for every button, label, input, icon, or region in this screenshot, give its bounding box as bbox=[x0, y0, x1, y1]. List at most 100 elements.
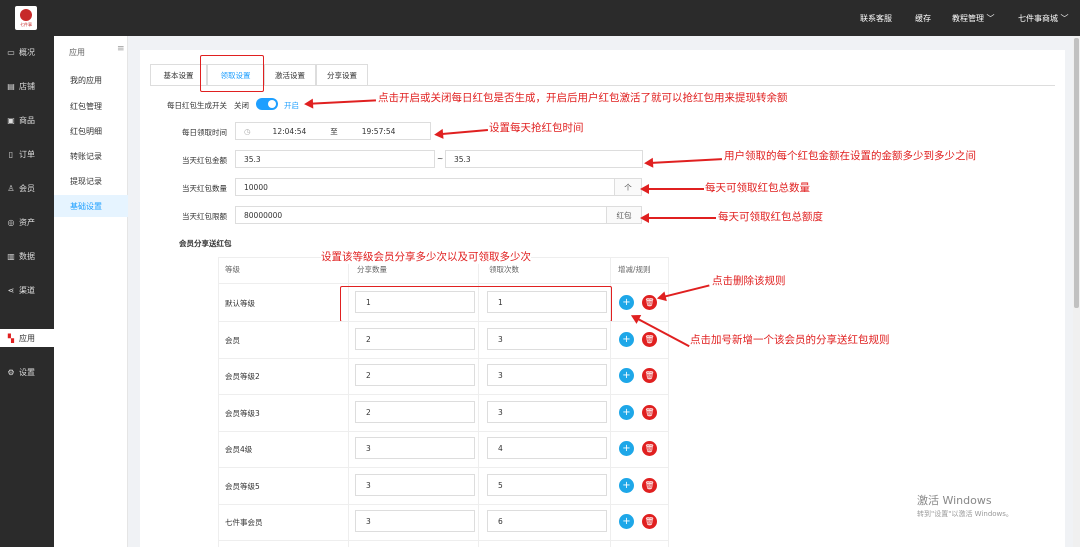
add-rule-icon[interactable]: + bbox=[619, 514, 634, 529]
receive-count-input[interactable]: 5 bbox=[487, 474, 607, 496]
subnav-item-transfer-records[interactable]: 转账记录 bbox=[54, 145, 128, 167]
time-end: 19:57:54 bbox=[361, 126, 396, 136]
sidebar-item-store[interactable]: ▤ 店铺 bbox=[0, 77, 54, 95]
sidebar-item-label: 设置 bbox=[19, 367, 35, 377]
subnav-item-my-apps[interactable]: 我的应用 bbox=[54, 69, 128, 91]
sidebar-item-assets[interactable]: ◎ 资产 bbox=[0, 213, 54, 231]
row-divider bbox=[218, 358, 668, 359]
trash-icon[interactable]: 🗑 bbox=[642, 368, 657, 383]
row-divider bbox=[218, 540, 668, 541]
tab-basic-settings[interactable]: 基本设置 bbox=[150, 64, 207, 86]
store-menu[interactable]: 七件事商城 ﹀ bbox=[1018, 13, 1069, 24]
sidebar-item-apps[interactable]: ▚ 应用 bbox=[0, 329, 54, 347]
table-header-level: 等级 bbox=[225, 265, 240, 274]
receive-count-input[interactable]: 1 bbox=[487, 291, 607, 313]
share-count-input[interactable]: 2 bbox=[355, 364, 475, 386]
trash-icon[interactable]: 🗑 bbox=[642, 441, 657, 456]
time-range-input[interactable]: ◷ 12:04:54 至 19:57:54 bbox=[235, 122, 431, 140]
annotation-add: 点击加号新增一个该会员的分享送红包规则 bbox=[690, 334, 890, 346]
amount-max-input[interactable]: 35.3 bbox=[445, 150, 643, 168]
time-separator: 至 bbox=[330, 126, 338, 136]
table-header-share-count: 分享数量 bbox=[357, 265, 387, 274]
share-count-input[interactable]: 1 bbox=[355, 291, 475, 313]
chevron-down-icon: ﹀ bbox=[1060, 14, 1069, 23]
sidebar-item-orders[interactable]: ▯ 订单 bbox=[0, 145, 54, 163]
share-count-input[interactable]: 3 bbox=[355, 510, 475, 532]
sidebar-item-data[interactable]: ▥ 数据 bbox=[0, 247, 54, 265]
row-divider bbox=[218, 394, 668, 395]
windows-watermark-title: 激活 Windows bbox=[917, 494, 992, 507]
row-level: 七件事会员 bbox=[225, 518, 263, 527]
daily-redpacket-toggle[interactable] bbox=[256, 98, 278, 110]
trash-icon[interactable]: 🗑 bbox=[642, 514, 657, 529]
row-level: 会员等级5 bbox=[225, 482, 260, 491]
add-rule-icon[interactable]: + bbox=[619, 332, 634, 347]
top-bar: 七件事 联系客服 缓存 教程管理 ﹀ 七件事商城 ﹀ bbox=[0, 0, 1080, 36]
add-rule-icon[interactable]: + bbox=[619, 441, 634, 456]
row-level: 会员 bbox=[225, 336, 240, 345]
amount-separator: ~ bbox=[437, 154, 444, 163]
add-rule-icon[interactable]: + bbox=[619, 478, 634, 493]
time-label: 每日领取时间 bbox=[182, 128, 227, 137]
logo[interactable]: 七件事 bbox=[15, 6, 37, 30]
tutorial-menu[interactable]: 教程管理 ﹀ bbox=[952, 13, 995, 24]
switch-on-label: 开启 bbox=[284, 101, 299, 110]
scrollbar[interactable] bbox=[1073, 36, 1080, 547]
row-level: 会员等级2 bbox=[225, 372, 260, 381]
tab-share-settings[interactable]: 分享设置 bbox=[316, 64, 368, 86]
add-rule-icon[interactable]: + bbox=[619, 405, 634, 420]
subnav-item-basic-settings[interactable]: 基础设置 bbox=[54, 195, 128, 217]
receive-count-input[interactable]: 3 bbox=[487, 328, 607, 350]
add-rule-icon[interactable]: + bbox=[619, 368, 634, 383]
receive-count-input[interactable]: 3 bbox=[487, 401, 607, 423]
share-count-input[interactable]: 3 bbox=[355, 474, 475, 496]
highlight-box-tab bbox=[200, 55, 264, 92]
subnav-item-redpacket-manage[interactable]: 红包管理 bbox=[54, 95, 128, 117]
count-label: 当天红包数量 bbox=[182, 184, 227, 193]
switch-label: 每日红包生成开关 bbox=[167, 101, 227, 110]
subnav-item-withdraw-records[interactable]: 提现记录 bbox=[54, 170, 128, 192]
row-divider bbox=[218, 431, 668, 432]
limit-unit: 红包 bbox=[606, 206, 642, 224]
gear-icon: ⚙ bbox=[7, 367, 15, 377]
sidebar-item-goods[interactable]: ▣ 商品 bbox=[0, 111, 54, 129]
trash-icon[interactable]: 🗑 bbox=[642, 405, 657, 420]
cache-link[interactable]: 缓存 bbox=[915, 13, 931, 24]
store-icon: ▤ bbox=[7, 81, 15, 91]
trash-icon[interactable]: 🗑 bbox=[642, 295, 657, 310]
asset-icon: ◎ bbox=[7, 217, 15, 227]
sidebar-item-overview[interactable]: ▭ 概况 bbox=[0, 43, 54, 61]
count-input[interactable]: 10000 bbox=[235, 178, 615, 196]
row-level: 默认等级 bbox=[225, 299, 255, 308]
contact-service-link[interactable]: 联系客服 bbox=[860, 13, 892, 24]
sidebar-item-members[interactable]: ♙ 会员 bbox=[0, 179, 54, 197]
receive-count-input[interactable]: 4 bbox=[487, 437, 607, 459]
trash-icon[interactable]: 🗑 bbox=[642, 332, 657, 347]
subnav-item-redpacket-detail[interactable]: 红包明细 bbox=[54, 120, 128, 142]
tab-activation-settings[interactable]: 激活设置 bbox=[264, 64, 316, 86]
add-rule-icon[interactable]: + bbox=[619, 295, 634, 310]
sidebar-item-settings[interactable]: ⚙ 设置 bbox=[0, 363, 54, 381]
share-count-input[interactable]: 2 bbox=[355, 328, 475, 350]
share-section-title: 会员分享送红包 bbox=[179, 239, 232, 248]
sidebar-item-label: 渠道 bbox=[19, 285, 35, 295]
sidebar-item-label: 概况 bbox=[19, 47, 35, 57]
logo-mark-icon bbox=[20, 9, 32, 21]
limit-input[interactable]: 80000000 bbox=[235, 206, 607, 224]
tab-divider bbox=[150, 85, 1055, 86]
logo-text: 七件事 bbox=[20, 22, 32, 27]
annotation-share: 设置该等级会员分享多少次以及可领取多少次 bbox=[321, 249, 531, 264]
receive-count-input[interactable]: 3 bbox=[487, 364, 607, 386]
share-count-input[interactable]: 3 bbox=[355, 437, 475, 459]
sidebar-item-channels[interactable]: ⋖ 渠道 bbox=[0, 281, 54, 299]
row-level: 会员等级3 bbox=[225, 409, 260, 418]
trash-icon[interactable]: 🗑 bbox=[642, 478, 657, 493]
receive-count-input[interactable]: 6 bbox=[487, 510, 607, 532]
amount-min-input[interactable]: 35.3 bbox=[235, 150, 435, 168]
limit-label: 当天红包限额 bbox=[182, 212, 227, 221]
store-menu-label: 七件事商城 bbox=[1018, 14, 1058, 23]
annotation-switch: 点击开启或关闭每日红包是否生成，开启后用户红包激活了就可以抢红包用来提现转余额 bbox=[378, 92, 788, 104]
share-count-input[interactable]: 2 bbox=[355, 401, 475, 423]
scrollbar-thumb[interactable] bbox=[1074, 38, 1079, 308]
menu-collapse-icon[interactable]: ≡ bbox=[117, 44, 125, 54]
